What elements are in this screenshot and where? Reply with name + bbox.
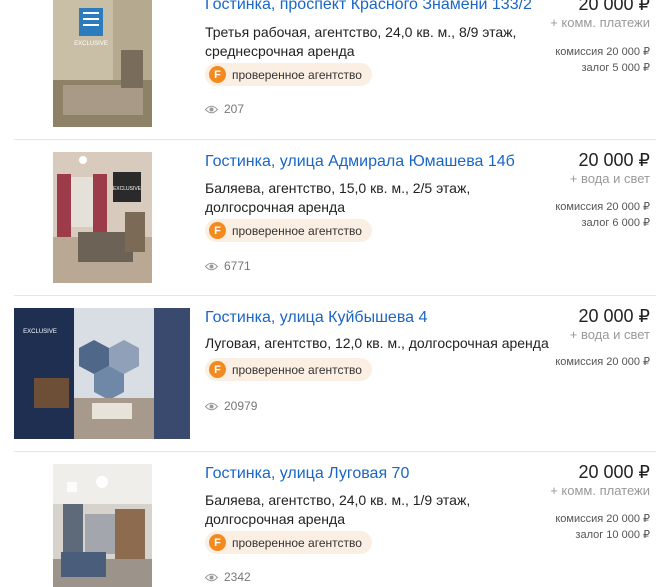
price: 20 000 ₽	[578, 150, 650, 170]
svg-text:EXCLUSIVE: EXCLUSIVE	[74, 41, 108, 47]
room-photo-image: EXCLUSIVE	[14, 308, 190, 439]
views-counter: 2342	[205, 570, 251, 584]
views-count: 6771	[224, 259, 251, 273]
listing-photo[interactable]	[53, 464, 152, 587]
deposit: залог 5 000 ₽	[581, 62, 650, 74]
deposit: залог 6 000 ₽	[581, 217, 650, 229]
eye-icon	[205, 573, 218, 581]
commission: комиссия 20 000 ₽	[555, 356, 650, 368]
listing-title-link[interactable]: Гостинка, улица Куйбышева 4	[205, 309, 427, 327]
commission: комиссия 20 000 ₽	[555, 46, 650, 58]
badge-label: проверенное агентство	[232, 67, 362, 82]
room-photo-image: EXCLUSIVE	[53, 152, 152, 283]
listing-card: EXCLUSIVE Гостинка, улица Адмирала Юмаше…	[0, 140, 656, 296]
svg-text:EXCLUSIVE: EXCLUSIVE	[23, 329, 57, 335]
views-counter: 6771	[205, 259, 251, 273]
agency-f-icon: F	[209, 66, 226, 83]
badge-label: проверенное агентство	[232, 362, 362, 377]
views-counter: 207	[205, 102, 244, 116]
views-count: 20979	[224, 399, 258, 413]
listing-description: Баляева, агентство, 15,0 кв. м., 2/5 эта…	[205, 180, 471, 215]
views-counter: 20979	[205, 399, 257, 413]
listing-card: EXCLUSIVE Гостинка, проспект Красного Зн…	[0, 0, 656, 140]
agency-f-icon: F	[209, 222, 226, 239]
room-photo-image	[53, 464, 152, 587]
agency-f-icon: F	[209, 361, 226, 378]
listing-title-link[interactable]: Гостинка, проспект Красного Знамени 133/…	[205, 0, 532, 14]
price-note: + вода и свет	[569, 327, 650, 342]
price-note: + комм. платежи	[550, 483, 650, 498]
listing-photo[interactable]: EXCLUSIVE	[53, 0, 152, 127]
price-note: + вода и свет	[569, 171, 650, 186]
verified-agency-badge[interactable]: F проверенное агентство	[205, 358, 372, 381]
views-count: 2342	[224, 570, 251, 584]
verified-agency-badge[interactable]: F проверенное агентство	[205, 63, 372, 86]
listing-description: Баляева, агентство, 24,0 кв. м., 1/9 эта…	[205, 492, 471, 527]
commission: комиссия 20 000 ₽	[555, 513, 650, 525]
listing-photo[interactable]: EXCLUSIVE	[14, 308, 190, 439]
eye-icon	[205, 402, 218, 410]
svg-text:EXCLUSIVE: EXCLUSIVE	[113, 186, 142, 192]
badge-label: проверенное агентство	[232, 223, 362, 238]
verified-agency-badge[interactable]: F проверенное агентство	[205, 219, 372, 242]
price: 20 000 ₽	[578, 462, 650, 482]
eye-icon	[205, 105, 218, 113]
price: 20 000 ₽	[578, 0, 650, 14]
listing-title-link[interactable]: Гостинка, улица Адмирала Юмашева 14б	[205, 153, 515, 171]
room-photo-image: EXCLUSIVE	[53, 0, 152, 127]
listing-description: Луговая, агентство, 12,0 кв. м., долгоср…	[205, 335, 549, 351]
commission: комиссия 20 000 ₽	[555, 201, 650, 213]
listing-card: Гостинка, улица Луговая 70 Баляева, аген…	[0, 452, 656, 587]
listing-description: Третья рабочая, агентство, 24,0 кв. м., …	[205, 24, 517, 59]
verified-agency-badge[interactable]: F проверенное агентство	[205, 531, 372, 554]
price-note: + комм. платежи	[550, 15, 650, 30]
badge-label: проверенное агентство	[232, 535, 362, 550]
listing-photo[interactable]: EXCLUSIVE	[53, 152, 152, 283]
listing-card: EXCLUSIVE Гостинка, улица Куйбышева 4 Лу…	[0, 296, 656, 451]
deposit: залог 10 000 ₽	[575, 529, 650, 541]
views-count: 207	[224, 102, 245, 116]
listing-title-link[interactable]: Гостинка, улица Луговая 70	[205, 465, 409, 483]
agency-f-icon: F	[209, 534, 226, 551]
price: 20 000 ₽	[578, 306, 650, 326]
eye-icon	[205, 262, 218, 270]
